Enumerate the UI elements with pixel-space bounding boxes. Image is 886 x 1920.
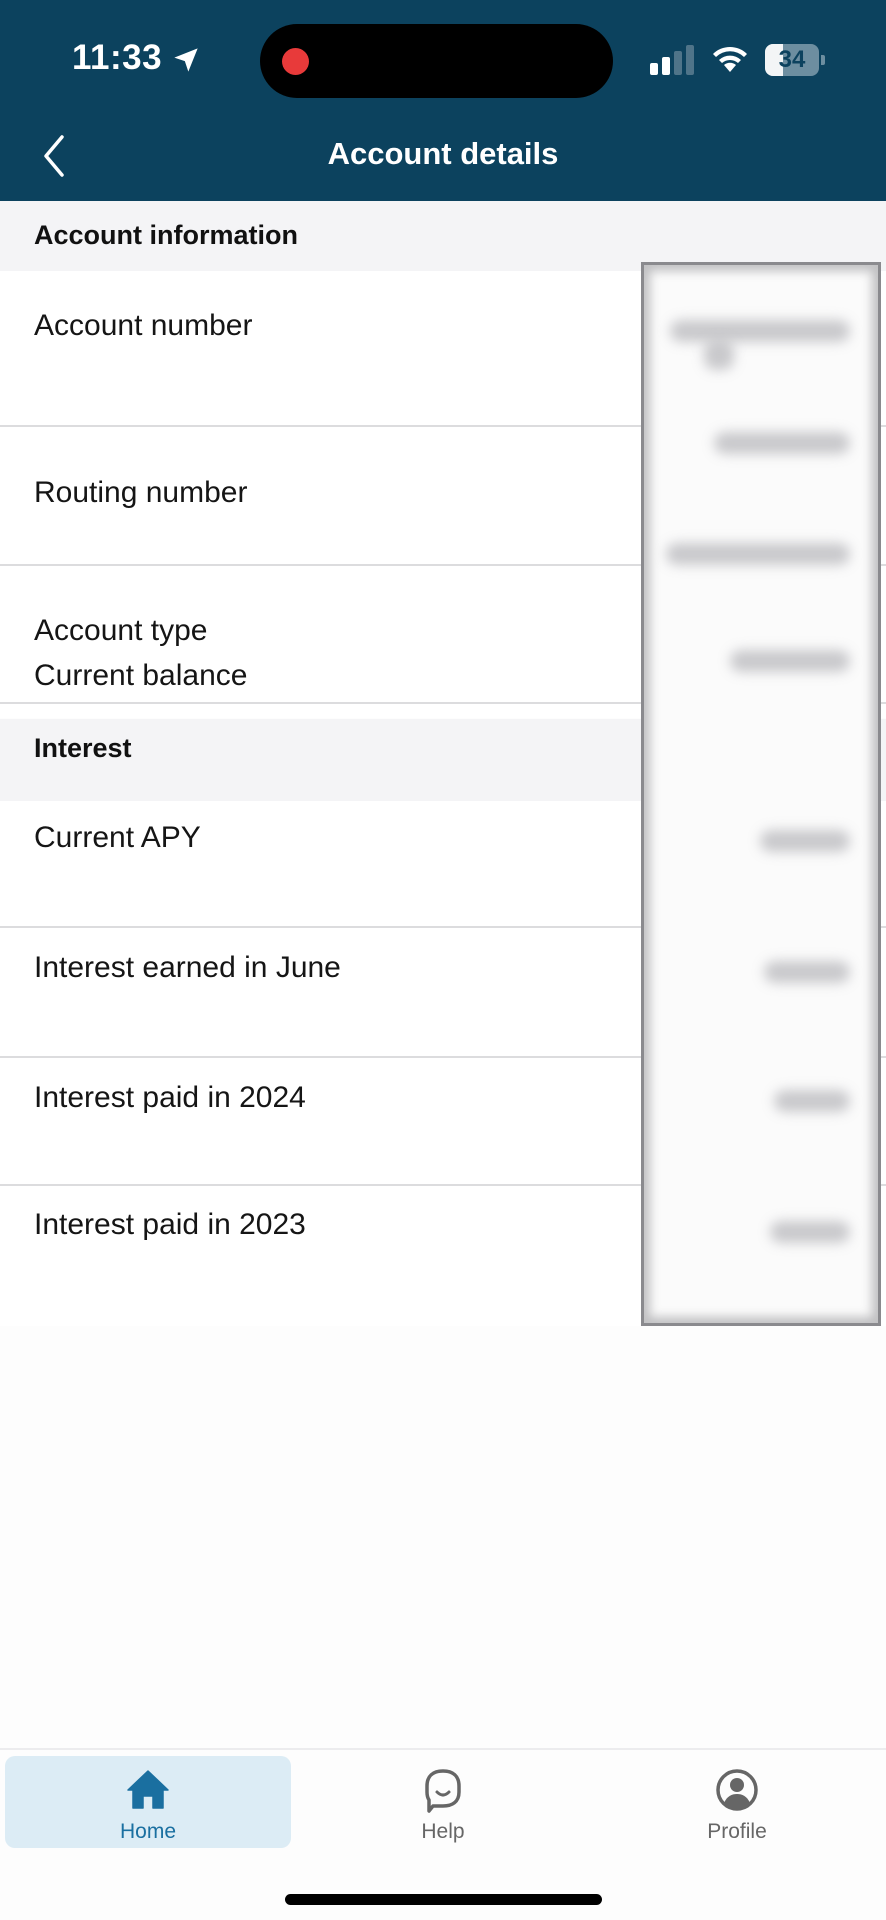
section-title: Interest — [34, 733, 132, 763]
tab-label: Profile — [707, 1820, 767, 1843]
page-title: Account details — [327, 136, 559, 171]
row-label: Account number — [34, 309, 253, 342]
wifi-icon — [713, 46, 747, 72]
redacted-value-current-apy — [760, 830, 850, 852]
redacted-value-current-balance — [730, 650, 850, 672]
recording-indicator-icon — [282, 48, 309, 75]
row-label: Interest paid in 2024 — [34, 1081, 306, 1114]
row-label: Routing number — [34, 476, 248, 509]
location-arrow-icon — [174, 48, 198, 72]
battery-percent: 34 — [778, 46, 806, 73]
redacted-value-account-number — [670, 320, 850, 342]
tab-label: Help — [421, 1820, 465, 1843]
redacted-value-account-number-extra — [704, 340, 734, 370]
top-bar: 11:33 34 Account details — [0, 0, 886, 201]
user-circle-icon — [716, 1769, 758, 1811]
row-label: Current balance — [34, 659, 248, 692]
tab-home[interactable]: Home — [5, 1756, 291, 1848]
status-time: 11:33 — [72, 38, 163, 77]
home-indicator[interactable] — [285, 1894, 602, 1905]
row-label: Current APY — [34, 821, 201, 854]
battery-indicator: 34 — [765, 44, 825, 76]
tab-help[interactable]: Help — [300, 1756, 586, 1848]
dynamic-island — [260, 24, 613, 98]
redacted-value-routing-number — [714, 432, 850, 454]
chat-bubble-icon — [425, 1769, 461, 1813]
redacted-value-interest-2024 — [774, 1090, 850, 1112]
home-icon — [127, 1770, 169, 1809]
redacted-value-account-type — [666, 543, 850, 565]
section-title: Account information — [34, 220, 298, 250]
redacted-value-interest-june — [764, 961, 850, 983]
row-label: Interest earned in June — [34, 951, 341, 984]
tab-label: Home — [119, 1820, 177, 1843]
row-label: Interest paid in 2023 — [34, 1208, 306, 1241]
redacted-values-overlay — [641, 262, 881, 1326]
redacted-value-interest-2023 — [770, 1221, 850, 1243]
cellular-signal-icon — [650, 45, 694, 75]
tab-profile[interactable]: Profile — [594, 1756, 880, 1848]
section-header-account-information: Account information — [0, 201, 886, 271]
